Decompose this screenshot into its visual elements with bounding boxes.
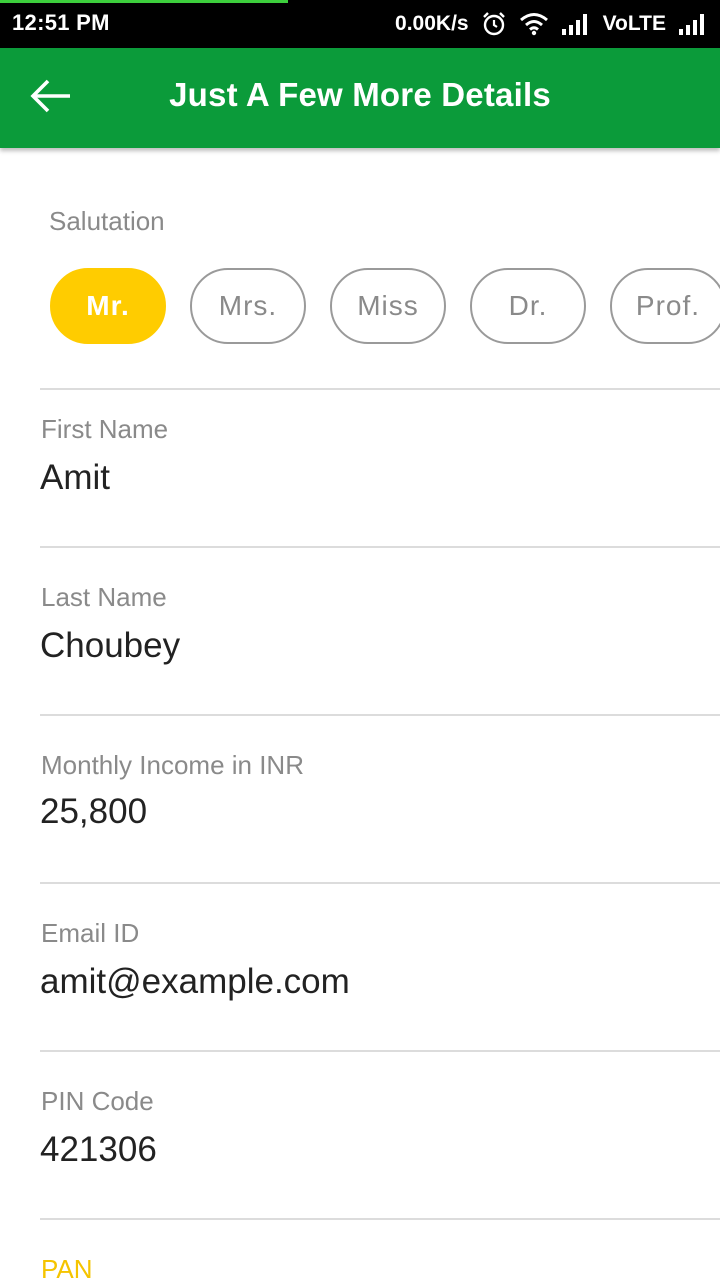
divider	[40, 546, 720, 548]
network-speed: 0.00K/s	[395, 12, 469, 35]
salutation-chip-dr[interactable]: Dr.	[470, 268, 586, 344]
email-field[interactable]: amit@example.com	[40, 962, 350, 1002]
status-icons: 0.00K/s VoLTE	[395, 8, 708, 40]
wifi-icon	[519, 12, 549, 36]
monthly-income-field[interactable]: 25,800	[40, 792, 147, 832]
salutation-chip-miss[interactable]: Miss	[330, 268, 446, 344]
pin-code-label: PIN Code	[41, 1086, 154, 1116]
salutation-label: Salutation	[49, 206, 165, 236]
email-label: Email ID	[41, 918, 140, 948]
divider	[40, 882, 720, 884]
signal-icon-secondary	[678, 13, 708, 35]
app-bar: Just A Few More Details	[0, 48, 720, 148]
last-name-label: Last Name	[41, 582, 167, 612]
page-load-progress	[0, 0, 288, 3]
divider	[40, 1050, 720, 1052]
salutation-chip-mrs[interactable]: Mrs.	[190, 268, 306, 344]
divider	[40, 1218, 720, 1220]
network-type: VoLTE	[602, 12, 666, 35]
signal-icon	[561, 13, 591, 35]
pin-code-field[interactable]: 421306	[40, 1130, 157, 1170]
salutation-chip-mr[interactable]: Mr.	[50, 268, 166, 344]
status-time: 12:51 PM	[12, 10, 110, 35]
divider	[40, 388, 720, 390]
last-name-field[interactable]: Choubey	[40, 626, 180, 666]
salutation-chips: Mr. Mrs. Miss Dr. Prof.	[50, 268, 720, 350]
monthly-income-label: Monthly Income in INR	[41, 750, 304, 780]
salutation-chip-prof[interactable]: Prof.	[610, 268, 720, 344]
first-name-field[interactable]: Amit	[40, 458, 110, 498]
page-title: Just A Few More Details	[169, 76, 551, 113]
alarm-icon	[481, 11, 507, 37]
status-bar: 12:51 PM 0.00K/s VoLTE	[0, 0, 720, 48]
divider	[40, 714, 720, 716]
pan-label: PAN	[41, 1254, 93, 1284]
first-name-label: First Name	[41, 414, 169, 444]
